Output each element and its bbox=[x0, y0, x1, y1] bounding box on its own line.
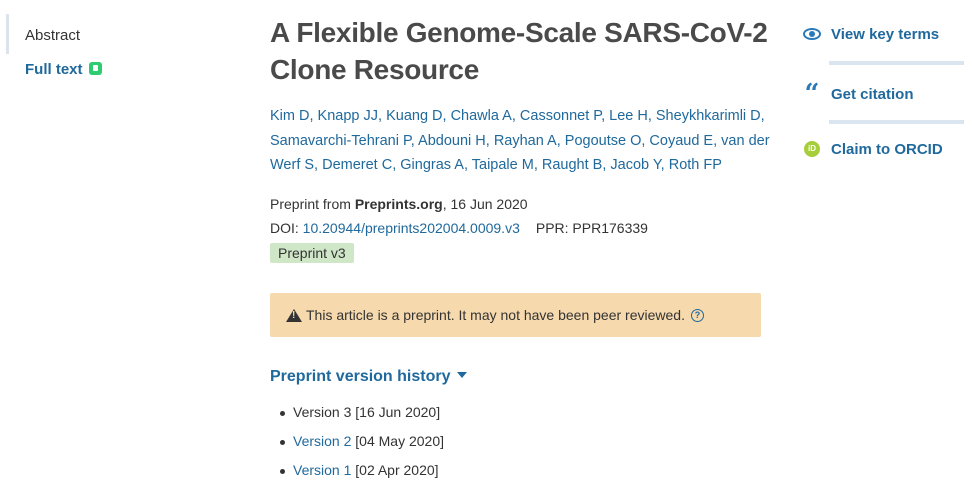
author-link[interactable]: Cassonnet P bbox=[520, 108, 601, 124]
doi-label: DOI: bbox=[270, 219, 303, 236]
version-history-title: Preprint version history bbox=[270, 368, 451, 385]
author-list: Kim D, Knapp JJ, Kuang D, Chawla A, Cass… bbox=[270, 108, 770, 173]
version-link[interactable]: Version 1 bbox=[293, 462, 351, 478]
get-citation-label: Get citation bbox=[831, 85, 914, 103]
version-date: [02 Apr 2020] bbox=[351, 462, 439, 478]
preprint-source: Preprint from Preprints.org, 16 Jun 2020 bbox=[270, 192, 770, 216]
version-item: Version 3 [16 Jun 2020] bbox=[270, 398, 770, 427]
author-link[interactable]: Kim D bbox=[270, 108, 309, 124]
author-link[interactable]: Pogoutse O bbox=[565, 133, 642, 149]
eye-icon bbox=[802, 24, 822, 44]
doi-link[interactable]: 10.20944/preprints202004.0009.v3 bbox=[303, 220, 520, 236]
version-label: Version 3 bbox=[293, 404, 352, 420]
author-link[interactable]: Abdouni H bbox=[418, 133, 486, 149]
warning-icon bbox=[286, 308, 302, 322]
view-key-terms-button[interactable]: View key terms bbox=[802, 22, 939, 46]
preprint-version-history: Preprint version history Version 3 [16 J… bbox=[270, 368, 770, 485]
ppr-id: PPR: PPR176339 bbox=[535, 219, 648, 236]
version-date: [04 May 2020] bbox=[351, 433, 444, 449]
identifiers: DOI: 10.20944/preprints202004.0009.v3 PPR… bbox=[270, 216, 770, 240]
sidebar-active-indicator bbox=[6, 14, 9, 54]
quote-icon: “ bbox=[804, 79, 820, 109]
sidebar-item-full-text[interactable]: Full text bbox=[25, 61, 102, 78]
preprint-version-badge: Preprint v3 bbox=[270, 242, 354, 263]
author-link[interactable]: Sheykhkarimli D bbox=[656, 108, 761, 124]
actions-divider bbox=[829, 120, 964, 124]
article-meta: Preprint from Preprints.org, 16 Jun 2020… bbox=[270, 192, 770, 265]
version-item: Version 2 [04 May 2020] bbox=[270, 427, 770, 456]
get-citation-button[interactable]: “ Get citation bbox=[802, 79, 914, 109]
article-title: A Flexible Genome-Scale SARS-CoV-2 Clone… bbox=[270, 17, 768, 85]
author-link[interactable]: Samavarchi-Tehrani P bbox=[270, 133, 411, 149]
author-link[interactable]: Roth FP bbox=[669, 157, 722, 173]
author-link[interactable]: Taipale M bbox=[472, 157, 534, 173]
version-history-toggle[interactable]: Preprint version history bbox=[270, 368, 770, 386]
author-link[interactable]: Jacob Y bbox=[610, 157, 660, 173]
source-prefix: Preprint from bbox=[270, 195, 355, 212]
preprint-warning-banner: This article is a preprint. It may not h… bbox=[270, 293, 761, 337]
version-date: [16 Jun 2020] bbox=[351, 404, 441, 420]
sidebar-item-full-text-label: Full text bbox=[25, 61, 83, 78]
author-link[interactable]: Kuang D bbox=[386, 108, 442, 124]
version-link[interactable]: Version 2 bbox=[293, 433, 351, 449]
author-link[interactable]: Knapp JJ bbox=[318, 108, 378, 124]
source-name: Preprints.org bbox=[354, 195, 443, 212]
help-icon[interactable]: ? bbox=[690, 308, 704, 322]
author-link[interactable]: Raught B bbox=[542, 157, 602, 173]
author-link[interactable]: Gingras A bbox=[400, 157, 464, 173]
claim-orcid-button[interactable]: iD Claim to ORCID bbox=[802, 137, 943, 161]
article-main: A Flexible Genome-Scale SARS-CoV-2 Clone… bbox=[270, 14, 770, 265]
version-item: Version 1 [02 Apr 2020] bbox=[270, 456, 770, 485]
sidebar-item-abstract[interactable]: Abstract bbox=[25, 27, 80, 44]
author-link[interactable]: Coyaud E bbox=[649, 133, 713, 149]
author-link[interactable]: Demeret C bbox=[322, 157, 392, 173]
preprint-warning-text: This article is a preprint. It may not h… bbox=[306, 307, 685, 323]
chevron-down-icon bbox=[456, 372, 467, 378]
open-access-lock-icon bbox=[88, 62, 102, 75]
source-date: , 16 Jun 2020 bbox=[442, 195, 528, 212]
version-list: Version 3 [16 Jun 2020] Version 2 [04 Ma… bbox=[270, 398, 770, 485]
claim-orcid-label: Claim to ORCID bbox=[831, 140, 943, 158]
author-link[interactable]: Lee H bbox=[609, 108, 648, 124]
author-link[interactable]: Chawla A bbox=[451, 108, 512, 124]
author-link[interactable]: Rayhan A bbox=[494, 133, 557, 149]
orcid-icon: iD bbox=[802, 139, 822, 159]
view-key-terms-label: View key terms bbox=[831, 25, 940, 43]
actions-divider bbox=[829, 61, 964, 65]
